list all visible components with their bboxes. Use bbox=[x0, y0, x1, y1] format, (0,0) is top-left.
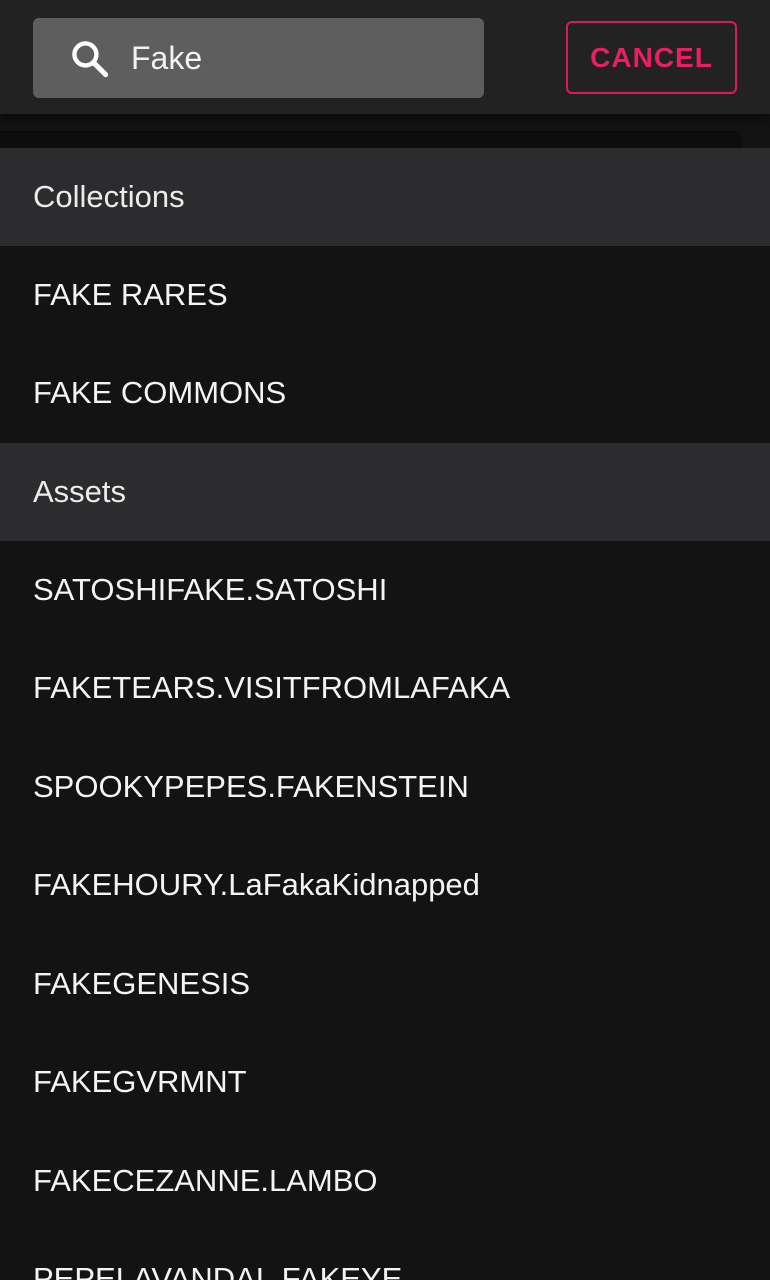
search-results: Collections FAKE RARES FAKE COMMONS Asse… bbox=[0, 131, 770, 1280]
asset-item[interactable]: PEPELAVANDAL.FAKEYE bbox=[0, 1230, 770, 1280]
asset-item[interactable]: FAKETEARS.VISITFROMLAFAKA bbox=[0, 639, 770, 737]
collection-item[interactable]: FAKE COMMONS bbox=[0, 344, 770, 442]
asset-item[interactable]: SATOSHIFAKE.SATOSHI bbox=[0, 541, 770, 639]
results-top-edge bbox=[0, 131, 742, 148]
collection-item[interactable]: FAKE RARES bbox=[0, 246, 770, 344]
search-toolbar: CANCEL bbox=[0, 0, 770, 114]
section-header-assets: Assets bbox=[0, 443, 770, 541]
asset-item[interactable]: FAKEGVRMNT bbox=[0, 1033, 770, 1131]
search-input[interactable] bbox=[131, 36, 461, 80]
asset-item[interactable]: FAKECEZANNE.LAMBO bbox=[0, 1132, 770, 1230]
asset-item[interactable]: FAKEHOURY.LaFakaKidnapped bbox=[0, 836, 770, 934]
asset-item[interactable]: SPOOKYPEPES.FAKENSTEIN bbox=[0, 738, 770, 836]
cancel-button[interactable]: CANCEL bbox=[566, 21, 737, 94]
section-header-collections: Collections bbox=[0, 148, 770, 246]
asset-item[interactable]: FAKEGENESIS bbox=[0, 935, 770, 1033]
search-screen: CANCEL Collections FAKE RARES FAKE COMMO… bbox=[0, 0, 770, 1280]
search-icon bbox=[72, 41, 109, 78]
